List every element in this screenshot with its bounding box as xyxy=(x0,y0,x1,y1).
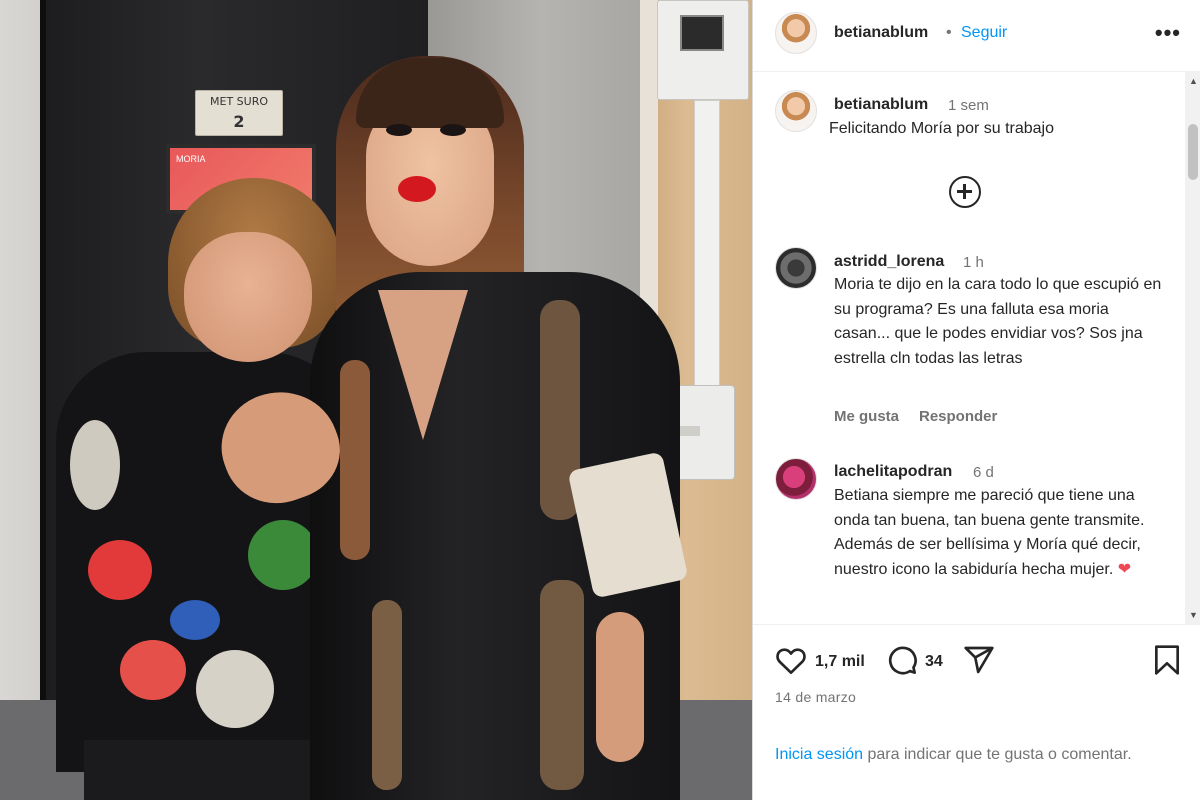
person-right-arm xyxy=(596,612,644,762)
person-right-eye xyxy=(440,124,466,136)
robe-print xyxy=(540,580,584,790)
scroll-down-icon[interactable]: ▼ xyxy=(1189,610,1198,620)
author-username[interactable]: betianablum xyxy=(834,24,928,42)
commenter-avatar[interactable] xyxy=(775,458,817,500)
caption-avatar[interactable] xyxy=(775,90,817,132)
separator-dot: • xyxy=(946,24,952,41)
comment-icon[interactable] xyxy=(886,644,918,676)
scroll-thumb[interactable] xyxy=(1188,124,1198,180)
share-icon[interactable] xyxy=(963,644,995,676)
print-flower xyxy=(248,520,318,590)
door-sign: MET SURO 2 xyxy=(195,90,283,136)
robe-print xyxy=(340,360,370,560)
post-actions: 1,7 mil 34 14 de marzo Inicia sesión par… xyxy=(753,624,1200,800)
login-prompt: Inicia sesión para indicar que te gusta … xyxy=(775,743,1155,767)
person-right-lips xyxy=(398,176,436,202)
comment-username[interactable]: lachelitapodran xyxy=(834,463,952,481)
print-flower xyxy=(196,650,274,728)
plus-circle-icon[interactable] xyxy=(949,176,981,208)
comments-list[interactable]: betianablum 1 sem Felicitando Moría por … xyxy=(753,72,1185,624)
door-sign-text: MET SURO xyxy=(210,95,268,108)
person-left-pants xyxy=(84,740,324,800)
author-avatar[interactable] xyxy=(775,12,817,54)
red-heart-icon: ❤ xyxy=(1117,560,1132,578)
more-icon[interactable]: ••• xyxy=(1155,20,1181,46)
post-date: 14 de marzo xyxy=(775,689,857,705)
comments-scrollbar[interactable]: ▲ ▼ xyxy=(1185,72,1200,624)
robe-print xyxy=(372,600,402,790)
caption-username[interactable]: betianablum xyxy=(834,96,928,114)
door-sign-number: 2 xyxy=(233,112,245,131)
comment-text: Moria te dijo en la cara todo lo que esc… xyxy=(834,276,1162,367)
comment-time: 6 d xyxy=(973,464,994,481)
poster-text: MORIA xyxy=(176,154,206,164)
follow-button[interactable]: Seguir xyxy=(961,24,1007,42)
login-prompt-text: para indicar que te gusta o comentar. xyxy=(863,746,1132,763)
post-header: betianablum • Seguir ••• xyxy=(753,0,1200,72)
person-left-face xyxy=(184,232,312,362)
comment-time: 1 h xyxy=(963,254,984,271)
person-right-eye xyxy=(386,124,412,136)
comment-username[interactable]: astridd_lorena xyxy=(834,253,944,271)
comment-like-button[interactable]: Me gusta xyxy=(834,408,899,425)
print-flower xyxy=(170,600,220,640)
post-side-panel: betianablum • Seguir ••• betianablum 1 s… xyxy=(752,0,1200,800)
print-flower xyxy=(120,640,186,700)
print-flower xyxy=(70,420,120,510)
electric-meter xyxy=(657,0,749,100)
wall-conduit xyxy=(694,100,720,390)
login-link[interactable]: Inicia sesión xyxy=(775,746,863,763)
post-photo[interactable]: MET SURO 2 MORIA xyxy=(0,0,752,800)
bookmark-icon[interactable] xyxy=(1153,644,1181,676)
comment-text: Betiana siempre me pareció que tiene una… xyxy=(834,484,1164,582)
comment-text-body: Betiana siempre me pareció que tiene una… xyxy=(834,487,1145,578)
likes-count[interactable]: 1,7 mil xyxy=(815,653,865,671)
comments-count[interactable]: 34 xyxy=(925,653,943,671)
caption-time: 1 sem xyxy=(948,97,989,114)
heart-icon[interactable] xyxy=(775,645,807,675)
print-flower xyxy=(88,540,152,600)
caption-text: Felicitando Moría por su trabajo xyxy=(829,120,1054,137)
comment-reply-button[interactable]: Responder xyxy=(919,408,997,425)
commenter-avatar[interactable] xyxy=(775,247,817,289)
scroll-up-icon[interactable]: ▲ xyxy=(1189,76,1198,86)
